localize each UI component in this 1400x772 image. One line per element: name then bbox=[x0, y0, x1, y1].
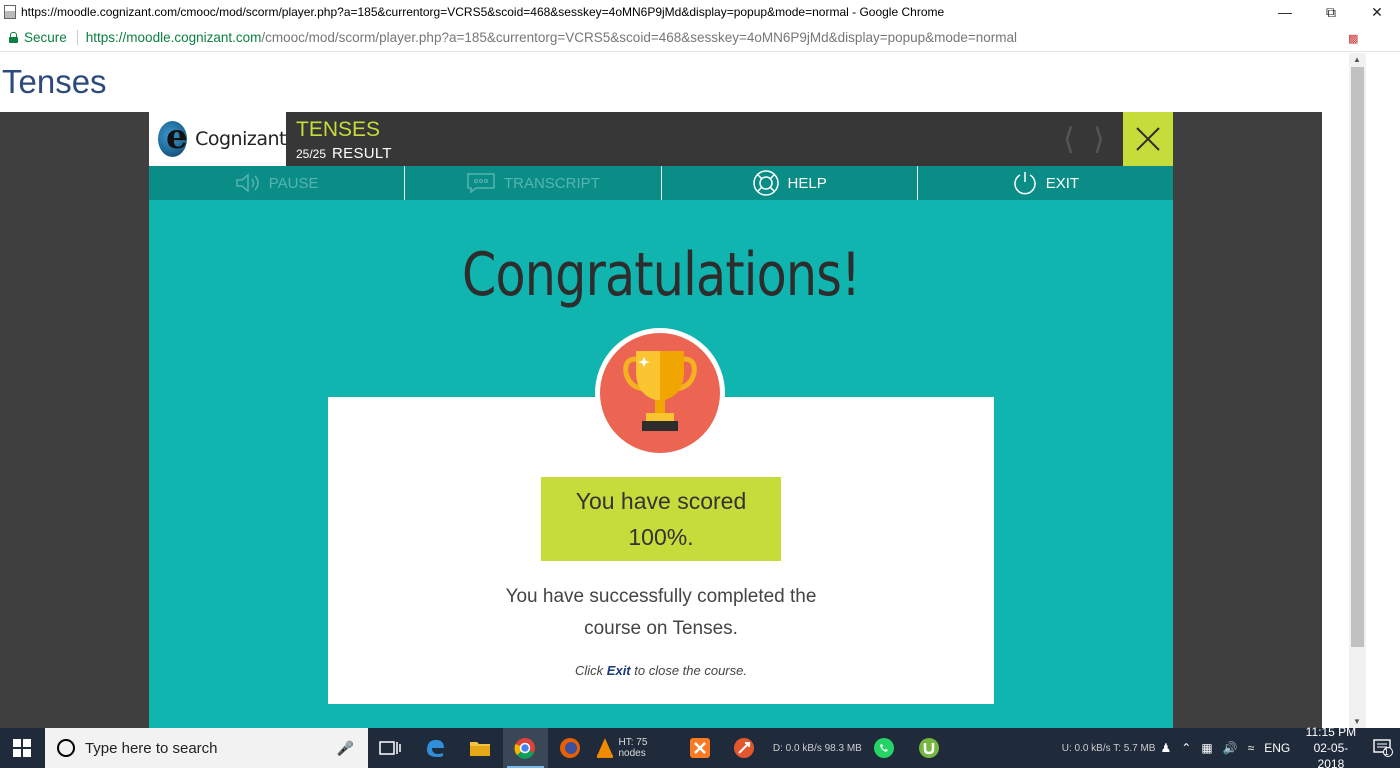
exit-hint-link[interactable]: Exit bbox=[607, 663, 631, 678]
people-icon[interactable]: ♟ bbox=[1161, 741, 1172, 755]
course-title: TENSES bbox=[296, 118, 381, 141]
vlc-task[interactable]: HT: 75 nodes bbox=[593, 728, 677, 768]
pause-button[interactable]: PAUSE bbox=[149, 166, 406, 200]
lifebuoy-icon bbox=[752, 170, 779, 196]
help-label: HELP bbox=[787, 174, 827, 192]
close-icon bbox=[1136, 127, 1160, 151]
restore-button[interactable]: ⧉ bbox=[1308, 0, 1354, 24]
microphone-icon[interactable]: 🎤 bbox=[337, 740, 354, 757]
action-center-button[interactable]: 1 bbox=[1367, 739, 1400, 757]
close-course-button[interactable] bbox=[1123, 112, 1173, 166]
lock-icon bbox=[9, 32, 18, 43]
utorrent-icon[interactable] bbox=[907, 728, 952, 768]
windows-taskbar: Type here to search 🎤 HT: 75 nodes D: 0.… bbox=[0, 725, 1400, 771]
url-path: /cmooc/mod/scorm/player.php?a=185&curren… bbox=[261, 30, 1018, 45]
chrome-taskbar-icon[interactable] bbox=[502, 728, 548, 768]
transcript-icon bbox=[467, 173, 495, 194]
clock-date: 02-05-2018 bbox=[1313, 741, 1349, 771]
upload-meter: U: 0.0 kB/s T: 5.7 MB bbox=[1061, 742, 1156, 754]
page-title: Tenses bbox=[2, 63, 107, 100]
previous-arrow-icon[interactable]: ⟨ bbox=[1063, 122, 1075, 157]
exit-button[interactable]: EXIT bbox=[918, 166, 1173, 200]
close-window-button[interactable]: ✕ bbox=[1354, 0, 1400, 24]
wifi-icon[interactable]: ≈ bbox=[1248, 741, 1255, 755]
pause-label: PAUSE bbox=[268, 174, 319, 192]
address-bar[interactable]: Secure https://moodle.cognizant.com/cmoo… bbox=[0, 24, 1400, 52]
progress-indicator: 25/25 RESULT bbox=[296, 145, 392, 162]
cognizant-logo-icon bbox=[158, 117, 188, 157]
search-placeholder: Type here to search bbox=[84, 739, 218, 757]
url-host: https://moodle.cognizant.com bbox=[85, 30, 262, 45]
trophy-icon bbox=[623, 351, 697, 431]
page-icon bbox=[4, 5, 16, 19]
exit-hint-suffix: to close the course. bbox=[630, 663, 747, 678]
score-box: You have scored 100%. bbox=[541, 477, 781, 561]
blocked-popup-icon[interactable]: ▩ bbox=[1348, 32, 1360, 45]
scrollbar-thumb[interactable] bbox=[1351, 67, 1364, 647]
player-toolbar: PAUSE TRANSCRIPT HELP EXIT bbox=[149, 166, 1173, 200]
firefox-icon[interactable] bbox=[548, 728, 593, 768]
result-screen: Congratulations! You have scored 100%. Y… bbox=[149, 200, 1173, 728]
completion-message: You have successfully completed the cour… bbox=[328, 581, 994, 645]
edge-icon[interactable] bbox=[413, 728, 458, 768]
section-label: RESULT bbox=[332, 145, 392, 162]
completion-line-2: course on Tenses. bbox=[584, 618, 738, 639]
notification-icon bbox=[1373, 739, 1393, 757]
notification-count: 1 bbox=[1383, 747, 1389, 757]
window-title: https://moodle.cognizant.com/cmooc/mod/s… bbox=[21, 5, 945, 19]
transcript-label: TRANSCRIPT bbox=[503, 174, 600, 192]
exit-hint: Click Exit to close the course. bbox=[328, 663, 994, 678]
scorm-player: Cognizant TENSES 25/25 RESULT ⟨ ⟩ PAUSE bbox=[149, 112, 1173, 728]
file-explorer-icon[interactable] bbox=[458, 728, 503, 768]
url-text[interactable]: https://moodle.cognizant.com/cmooc/mod/s… bbox=[86, 30, 1017, 45]
language-indicator[interactable]: ENG bbox=[1264, 741, 1290, 755]
player-header: Cognizant TENSES 25/25 RESULT ⟨ ⟩ bbox=[149, 112, 1173, 166]
progress-count: 25/25 bbox=[296, 147, 327, 161]
page-scrollbar[interactable]: ▲ ▼ bbox=[1349, 53, 1366, 728]
next-arrow-icon[interactable]: ⟩ bbox=[1093, 122, 1105, 157]
transcript-button[interactable]: TRANSCRIPT bbox=[405, 166, 662, 200]
scroll-up-icon[interactable]: ▲ bbox=[1353, 55, 1361, 64]
browser-title-bar: https://moodle.cognizant.com/cmooc/mod/s… bbox=[0, 0, 1400, 24]
exit-label: EXIT bbox=[1045, 174, 1080, 192]
task-view-icon[interactable] bbox=[368, 728, 413, 768]
clock-time: 11:15 PM bbox=[1305, 725, 1357, 739]
power-icon bbox=[1013, 172, 1036, 195]
score-line-1: You have scored bbox=[575, 488, 747, 514]
speaker-icon bbox=[236, 173, 259, 193]
congratulations-heading: Congratulations! bbox=[461, 240, 861, 310]
exit-hint-prefix: Click bbox=[575, 663, 607, 678]
logo-text: Cognizant bbox=[195, 128, 286, 150]
show-hidden-icons[interactable]: ⌃ bbox=[1181, 741, 1191, 755]
vlc-icon bbox=[596, 738, 613, 758]
rocket-app-icon[interactable] bbox=[722, 728, 767, 768]
battery-icon[interactable]: ▦ bbox=[1201, 741, 1212, 755]
whatsapp-icon[interactable] bbox=[862, 728, 907, 768]
taskbar-search[interactable]: Type here to search 🎤 bbox=[44, 728, 368, 768]
cortana-icon bbox=[56, 739, 75, 757]
system-tray: ♟ ⌃ ▦ 🔊 ≈ ENG 11:15 PM 02-05-2018 1 bbox=[1156, 725, 1400, 771]
secure-label: Secure bbox=[24, 30, 78, 45]
trophy-badge bbox=[595, 328, 725, 458]
download-meter: D: 0.0 kB/s 98.3 MB bbox=[772, 742, 862, 754]
volume-icon[interactable]: 🔊 bbox=[1223, 741, 1238, 755]
help-button[interactable]: HELP bbox=[662, 166, 918, 200]
firefox-node-count: HT: 75 nodes bbox=[618, 737, 648, 759]
windows-logo-icon bbox=[13, 739, 32, 757]
minimize-button[interactable]: — bbox=[1262, 0, 1308, 24]
clock[interactable]: 11:15 PM 02-05-2018 bbox=[1305, 724, 1356, 772]
start-button[interactable] bbox=[0, 728, 45, 768]
score-value: 100%. bbox=[628, 524, 694, 550]
xampp-icon[interactable] bbox=[677, 728, 722, 768]
cognizant-logo: Cognizant bbox=[149, 112, 286, 166]
completion-line-1: You have successfully completed the bbox=[505, 586, 817, 607]
